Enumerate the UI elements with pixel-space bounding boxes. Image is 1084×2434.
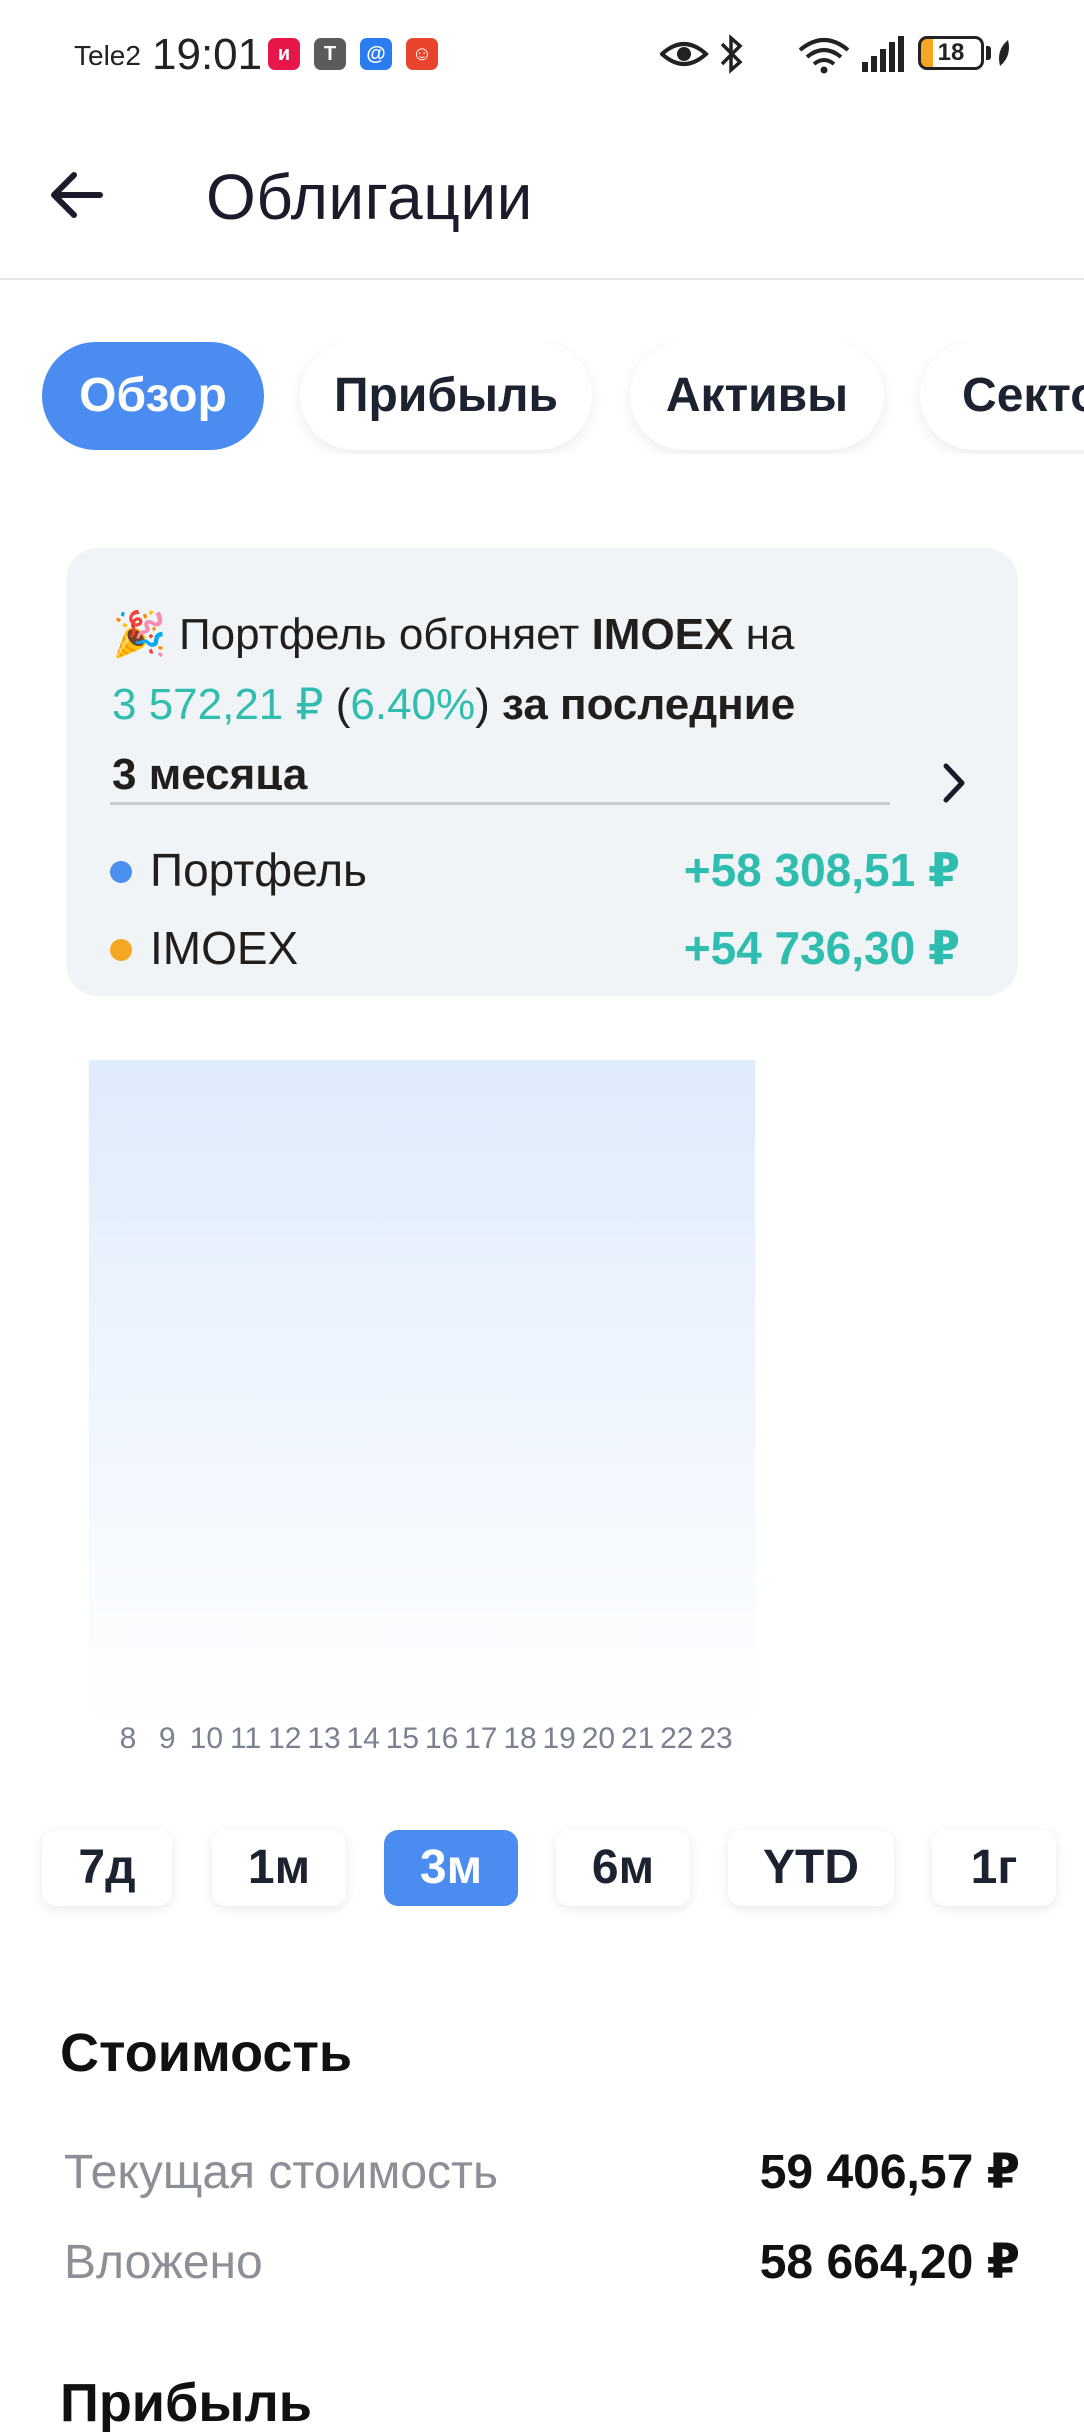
- legend-row-portfolio: Портфель +58 308,51 ₽: [110, 840, 960, 900]
- tab-overview[interactable]: Обзор: [42, 342, 264, 450]
- chart-canvas[interactable]: 66,73K52,15K37,56K22,98K8,39K 8910111213…: [0, 1060, 1084, 1780]
- chevron-right-icon[interactable]: [934, 758, 974, 808]
- card-divider: [110, 802, 890, 805]
- leaf-icon: [999, 40, 1009, 66]
- current-value-amount: 59 406,57 ₽: [759, 2146, 1020, 2199]
- app-header: Облигации: [0, 110, 1084, 280]
- x-tick-label: 11: [230, 1722, 261, 1755]
- battery-icon: 18: [918, 36, 984, 70]
- legend-row-imoex: IMOEX +54 736,30 ₽: [110, 918, 960, 978]
- tab-profit[interactable]: Прибыль: [300, 342, 592, 450]
- benchmark-summary-card[interactable]: 🎉 Портфель обгоняет IMOEX на 3 572,21 ₽ …: [66, 548, 1018, 996]
- x-tick-label: 12: [268, 1722, 301, 1755]
- diff-percent: 6.40%: [350, 680, 476, 729]
- x-tick-label: 21: [621, 1722, 654, 1755]
- summary-text-na: на: [745, 610, 795, 659]
- invested-amount: 58 664,20 ₽: [759, 2236, 1020, 2289]
- summary-text: 🎉 Портфель обгоняет IMOEX на 3 572,21 ₽ …: [112, 600, 912, 790]
- x-tick-label: 16: [425, 1722, 458, 1755]
- period-ytd[interactable]: YTD: [728, 1830, 894, 1906]
- period-6m[interactable]: 6м: [556, 1830, 690, 1906]
- diff-amount: 3 572,21 ₽: [112, 680, 324, 729]
- period-3m[interactable]: 3м: [384, 1830, 518, 1906]
- signal-icon: [862, 36, 904, 72]
- x-tick-label: 19: [543, 1722, 576, 1755]
- x-tick-label: 8: [120, 1722, 137, 1755]
- x-tick-label: 23: [699, 1722, 732, 1755]
- portfolio-value: +58 308,51 ₽: [683, 844, 960, 896]
- eye-icon: [660, 42, 709, 66]
- game-app-icon: ☺: [406, 38, 438, 70]
- period-7d[interactable]: 7д: [42, 1830, 172, 1906]
- ivi-app-icon: и: [268, 38, 300, 70]
- imoex-label: IMOEX: [150, 922, 299, 974]
- x-tick-label: 15: [386, 1722, 419, 1755]
- period-1y[interactable]: 1г: [932, 1830, 1056, 1906]
- profit-section-title: Прибыль: [60, 2373, 312, 2433]
- back-arrow-icon[interactable]: [44, 160, 114, 230]
- value-section-title: Стоимость: [60, 2023, 353, 2083]
- tab-sectors[interactable]: Секторы: [920, 342, 1084, 450]
- imoex-value: +54 736,30 ₽: [683, 922, 960, 974]
- x-tick-label: 10: [190, 1722, 223, 1755]
- carrier-label: Tele2: [74, 40, 141, 71]
- status-icons: [660, 34, 904, 74]
- bluetooth-icon: [720, 34, 743, 74]
- page-title: Облигации: [206, 161, 533, 233]
- section-tabs: Обзор Прибыль Активы Секторы: [0, 342, 1084, 454]
- portfolio-dot: [110, 861, 132, 883]
- x-tick-label: 18: [503, 1722, 536, 1755]
- portfolio-label: Портфель: [150, 844, 367, 896]
- performance-chart[interactable]: 66,73K52,15K37,56K22,98K8,39K 8910111213…: [0, 1060, 1084, 1780]
- x-tick-label: 13: [307, 1722, 340, 1755]
- x-tick-label: 9: [159, 1722, 176, 1755]
- clock: 19:01: [152, 30, 263, 79]
- invested-row: Вложено 58 664,20 ₽: [64, 2228, 1020, 2298]
- x-tick-label: 20: [582, 1722, 615, 1755]
- moon-icon: [759, 38, 784, 69]
- wifi-icon: [798, 38, 850, 74]
- imoex-dot: [110, 939, 132, 961]
- summary-text-before: Портфель обгоняет: [179, 610, 580, 659]
- x-tick-label: 17: [464, 1722, 497, 1755]
- x-tick-label: 14: [347, 1722, 380, 1755]
- summary-text-after: за последние: [502, 680, 796, 729]
- summary-period: 3 месяца: [112, 750, 308, 790]
- party-emoji: 🎉: [112, 610, 167, 659]
- portfolio-area: [88, 1060, 756, 1730]
- invested-label: Вложено: [64, 2236, 263, 2289]
- period-selector: 7д 1м 3м 6м YTD 1г: [0, 1830, 1084, 1910]
- status-bar: Tele2 19:01 и Т @ ☺ 18: [0, 0, 1084, 110]
- period-1m[interactable]: 1м: [212, 1830, 346, 1906]
- mail-app-icon: @: [360, 38, 392, 70]
- current-value-label: Текущая стоимость: [64, 2146, 499, 2199]
- x-tick-label: 22: [660, 1722, 693, 1755]
- benchmark-name: IMOEX: [591, 610, 734, 659]
- tbank-app-icon: Т: [314, 38, 346, 70]
- tab-assets[interactable]: Активы: [630, 342, 884, 450]
- current-value-row: Текущая стоимость 59 406,57 ₽: [64, 2138, 1020, 2208]
- battery-tip: [986, 46, 991, 60]
